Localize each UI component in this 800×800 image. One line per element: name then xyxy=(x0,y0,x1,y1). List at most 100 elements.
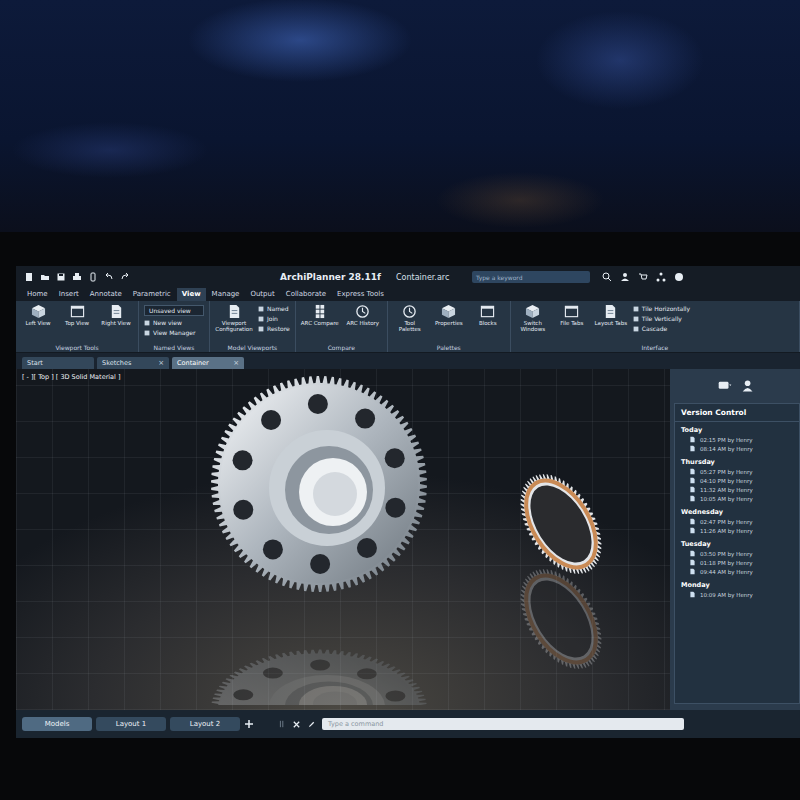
viewport-label[interactable]: [ - ][ Top ] [ 3D Solid Material ] xyxy=(22,373,121,381)
ring-model[interactable] xyxy=(504,460,618,588)
network-icon[interactable] xyxy=(656,272,666,282)
version-entry[interactable]: 10:09 AM by Henry xyxy=(681,591,793,598)
ribbon-panel: Unsaved viewNew viewView ManagerNamed Vi… xyxy=(139,301,210,352)
day-label: Wednesday xyxy=(681,508,793,516)
file-icon xyxy=(689,550,696,557)
panel-title: Interface xyxy=(516,343,794,351)
ribbon-small-button[interactable]: Tile Vertically xyxy=(633,315,690,322)
ribbon-button-label: File Tabs xyxy=(560,321,583,327)
ribbon-small-button[interactable]: Named xyxy=(258,305,290,312)
search-field[interactable]: Type a keyword xyxy=(472,271,590,283)
comment-icon[interactable] xyxy=(718,379,732,393)
help-icon[interactable] xyxy=(674,272,684,282)
ribbon-small-button[interactable]: Tile Horizontally xyxy=(633,305,690,312)
version-entry[interactable]: 11:32 AM by Henry xyxy=(681,486,793,493)
ribbon-tab[interactable]: Output xyxy=(245,288,279,301)
ribbon-button[interactable]: File Tabs xyxy=(555,304,589,327)
ribbon-tab[interactable]: View xyxy=(177,288,206,301)
file-icon xyxy=(689,468,696,475)
gear-model[interactable] xyxy=(211,376,427,592)
file-icon xyxy=(689,568,696,575)
ribbon-tab[interactable]: Insert xyxy=(54,288,84,301)
version-entry[interactable]: 04:10 PM by Henry xyxy=(681,477,793,484)
pencil-icon[interactable] xyxy=(307,720,316,729)
ribbon-button[interactable]: Viewport Configuration xyxy=(215,304,253,333)
redo-icon[interactable] xyxy=(120,272,130,282)
new-file-icon[interactable] xyxy=(24,272,34,282)
small-square-icon xyxy=(633,326,639,332)
undo-icon[interactable] xyxy=(104,272,114,282)
ribbon-small-button[interactable]: View Manager xyxy=(144,329,204,336)
panel-header xyxy=(674,375,800,397)
file-icon xyxy=(689,559,696,566)
ribbon-button[interactable]: Layout Tabs xyxy=(594,304,628,327)
command-input[interactable]: Type a command xyxy=(322,718,684,730)
close-icon[interactable] xyxy=(292,720,301,729)
layout-tab[interactable]: Layout 2 xyxy=(170,717,240,731)
add-layout-icon[interactable] xyxy=(244,719,254,729)
user-icon[interactable] xyxy=(620,272,630,282)
save-icon[interactable] xyxy=(56,272,66,282)
ribbon-small-button[interactable]: Cascade xyxy=(633,325,690,332)
view-dropdown[interactable]: Unsaved view xyxy=(144,305,204,316)
ribbon-tab[interactable]: Collaborate xyxy=(281,288,331,301)
ribbon-button-label: ARC History xyxy=(347,321,379,327)
version-entry[interactable]: 01:18 PM by Henry xyxy=(681,559,793,566)
ribbon-tab[interactable]: Express Tools xyxy=(332,288,389,301)
day-label: Monday xyxy=(681,581,793,589)
ribbon-button-label: Properties xyxy=(435,321,463,327)
version-entry[interactable]: 11:26 AM by Henry xyxy=(681,527,793,534)
mobile-icon[interactable] xyxy=(88,272,98,282)
panel-items: Viewport Configuration Named Join Restore xyxy=(215,304,290,343)
ribbon-button[interactable]: Left View xyxy=(21,304,55,327)
version-entry[interactable]: 05:27 PM by Henry xyxy=(681,468,793,475)
search-icon[interactable] xyxy=(602,272,612,282)
user-icon[interactable] xyxy=(742,379,756,393)
version-control-title: Version Control xyxy=(675,404,799,422)
layout-tab[interactable]: Layout 1 xyxy=(96,717,166,731)
close-tab-button[interactable]: × xyxy=(158,359,164,367)
ribbon-button-label: ARC Compare xyxy=(301,321,339,327)
ribbon-small-button[interactable]: Restore xyxy=(258,325,290,332)
small-square-icon xyxy=(633,316,639,322)
ribbon-button[interactable]: ARC History xyxy=(344,304,382,327)
scene-drawing xyxy=(16,369,670,705)
version-entry[interactable]: 09:44 AM by Henry xyxy=(681,568,793,575)
ribbon-button[interactable]: Right View xyxy=(99,304,133,327)
close-tab-button[interactable]: × xyxy=(233,359,239,367)
title-icons xyxy=(602,272,684,282)
ribbon-tab[interactable]: Manage xyxy=(207,288,245,301)
ribbon-button[interactable]: Properties xyxy=(432,304,466,327)
app-title: ArchiPlanner 28.11f xyxy=(280,272,390,282)
cart-icon[interactable] xyxy=(638,272,648,282)
ribbon-tab[interactable]: Home xyxy=(22,288,53,301)
ribbon-button[interactable]: ARC Compare xyxy=(301,304,339,327)
ribbon-small-button[interactable]: Join xyxy=(258,315,290,322)
ribbon-tab[interactable]: Parametric xyxy=(128,288,176,301)
panel-items: Unsaved view New view View Manager xyxy=(144,304,204,343)
document-tab[interactable]: Start xyxy=(22,357,94,369)
open-folder-icon[interactable] xyxy=(40,272,50,282)
file-icon xyxy=(689,436,696,443)
panel-title: Compare xyxy=(301,343,382,351)
version-entry[interactable]: 10:05 AM by Henry xyxy=(681,495,793,502)
print-icon[interactable] xyxy=(72,272,82,282)
layout-tab[interactable]: Models xyxy=(22,717,92,731)
document-tab[interactable]: Container× xyxy=(172,357,244,369)
version-entry[interactable]: 03:50 PM by Henry xyxy=(681,550,793,557)
window-icon xyxy=(564,304,579,319)
small-square-icon xyxy=(144,330,150,336)
ribbon-button[interactable]: Top View xyxy=(60,304,94,327)
ribbon-button[interactable]: Switch Windows xyxy=(516,304,550,333)
ribbon-button[interactable]: Blocks xyxy=(471,304,505,327)
model-viewport[interactable]: [ - ][ Top ] [ 3D Solid Material ] xyxy=(16,369,670,710)
ribbon-button[interactable]: Tool Palettes xyxy=(393,304,427,333)
ribbon-small-button[interactable]: New view xyxy=(144,319,204,326)
document-tab[interactable]: Sketches× xyxy=(97,357,169,369)
version-entry[interactable]: 08:14 AM by Henry xyxy=(681,445,793,452)
panel-title: Viewport Tools xyxy=(21,343,133,351)
panel-title: Palettes xyxy=(393,343,505,351)
version-entry[interactable]: 02:47 PM by Henry xyxy=(681,518,793,525)
version-entry[interactable]: 02:15 PM by Henry xyxy=(681,436,793,443)
ribbon-tab[interactable]: Annotate xyxy=(85,288,127,301)
